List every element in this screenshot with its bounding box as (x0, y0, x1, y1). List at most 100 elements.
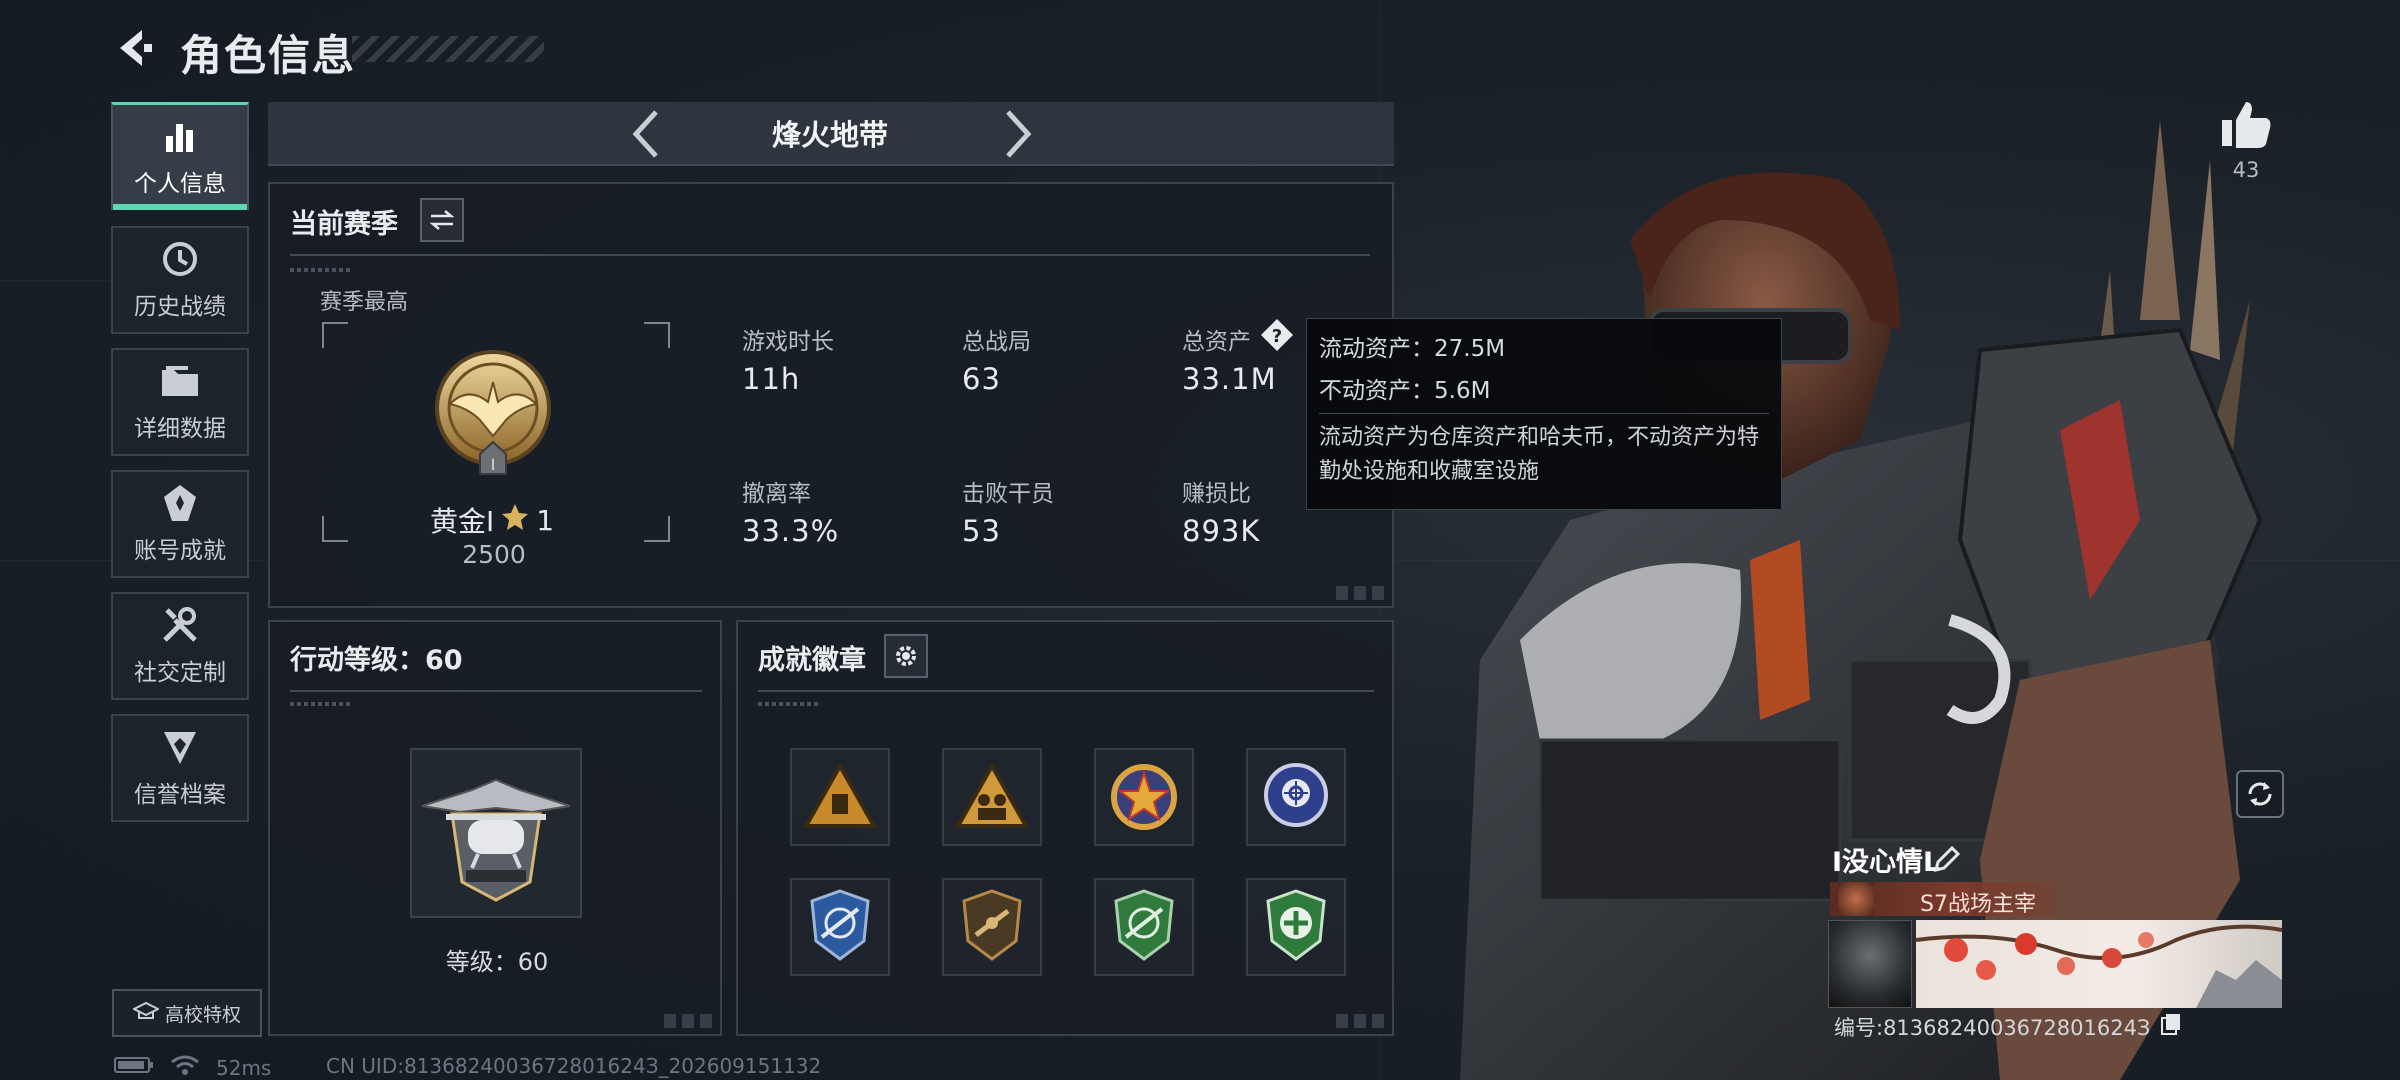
badge-star-emblem[interactable] (1094, 748, 1194, 846)
svg-text:?: ? (1272, 326, 1282, 347)
panel-divider (290, 690, 702, 692)
sidebar-item-label: 信誉档案 (134, 782, 226, 808)
stat-label-profit-ratio: 赚损比 (1182, 481, 1251, 507)
clock-icon (158, 239, 202, 279)
sidebar-item-reputation[interactable]: 信誉档案 (111, 714, 249, 822)
tooltip-liquid-assets: 流动资产：27.5M (1319, 336, 1506, 362)
back-button[interactable] (110, 24, 158, 72)
stat-label-assets: 总资产 (1182, 329, 1251, 355)
helicopter-emblem-icon (421, 778, 571, 902)
mode-title: 烽火地带 (771, 118, 888, 152)
player-name: I没心情L (1832, 847, 1941, 878)
edit-name-button[interactable] (1932, 844, 1962, 874)
corner-decoration (1330, 1014, 1386, 1028)
sidebar-item-achievements[interactable]: 账号成就 (111, 470, 249, 578)
badge-target-emblem[interactable] (1246, 748, 1346, 846)
decoration (290, 702, 350, 706)
stat-value-extraction-rate: 33.3% (742, 514, 840, 548)
action-level-panel: 行动等级：60 等级：60 (268, 620, 722, 1036)
sidebar-item-label: 账号成就 (134, 538, 226, 564)
sidebar-item-social[interactable]: 社交定制 (111, 592, 249, 700)
sidebar-item-history[interactable]: 历史战绩 (111, 226, 249, 334)
title-tag: S7战场主宰 (1920, 892, 2036, 917)
target-emblem-badge-icon (1264, 763, 1328, 827)
bar-chart-icon (158, 116, 202, 156)
badge-triangle-squad[interactable] (942, 748, 1042, 846)
rank-stars: 1 (536, 503, 555, 537)
tooltip-divider (1319, 413, 1769, 414)
star-icon (500, 502, 530, 539)
sidebar-item-label: 社交定制 (134, 660, 226, 686)
like-count: 43 (2232, 158, 2260, 182)
achievement-icon (158, 483, 202, 523)
swap-icon (429, 210, 455, 230)
corner-decoration (1330, 586, 1386, 600)
green-cross-badge-icon (1266, 889, 1326, 961)
badge-green-cross[interactable] (1246, 878, 1346, 976)
season-title: 当前赛季 (290, 209, 398, 240)
tools-icon (158, 605, 202, 645)
rank-name: 黄金I (430, 505, 495, 538)
corner-decoration (658, 1014, 714, 1028)
gear-icon (896, 646, 916, 666)
decoration (758, 702, 818, 706)
sidebar-item-label: 详细数据 (134, 416, 226, 442)
sidebar-item-label: 个人信息 (134, 170, 226, 197)
like-button[interactable] (2218, 96, 2274, 152)
refresh-icon (2248, 782, 2272, 806)
status-bar: 52ms (114, 1054, 271, 1080)
green-shield-badge-icon (1114, 889, 1174, 961)
mode-next-button[interactable] (998, 108, 1038, 160)
title-decoration (352, 36, 544, 62)
school-privilege-button[interactable]: 高校特权 (112, 989, 262, 1037)
player-card: I没心情L S7战场主宰 编号:8136824003672801624З (1826, 836, 2286, 1040)
rank-score: 2500 (462, 540, 526, 569)
school-privilege-label: 高校特权 (164, 1003, 241, 1026)
tooltip-fixed-assets: 不动资产：5.6M (1319, 378, 1491, 404)
rank-name-row: 黄金I 1 (430, 500, 554, 540)
tooltip-description: 流动资产为仓库资产和哈夫币，不动资产为特勤处设施和收藏室设施 (1319, 425, 1760, 484)
rotate-model-button[interactable] (2236, 770, 2284, 818)
wifi-icon (170, 1054, 200, 1080)
level-emblem-frame (410, 748, 582, 918)
badge-triangle-bag[interactable] (790, 748, 890, 846)
copy-icon (2161, 1014, 2180, 1035)
badge-blue-shield[interactable] (790, 878, 890, 976)
sidebar-item-personal-info[interactable]: 个人信息 (111, 102, 249, 210)
stat-value-assets: 33.1M (1182, 362, 1277, 396)
badge-green-shield[interactable] (1094, 878, 1194, 976)
stat-value-profit-ratio: 893K (1182, 514, 1261, 548)
avatar[interactable] (1828, 920, 1912, 1008)
thumbs-up-icon (2222, 102, 2271, 148)
mode-prev-button[interactable] (626, 108, 666, 160)
title-tag-avatar (1838, 882, 1874, 916)
level-text: 等级：60 (445, 948, 549, 976)
stat-label-playtime: 游戏时长 (742, 329, 834, 355)
assets-help-button[interactable]: ? (1260, 318, 1294, 352)
copy-uid-button[interactable] (2160, 1012, 2182, 1036)
page-title: 角色信息 (180, 31, 357, 80)
star-emblem-badge-icon (1111, 764, 1177, 830)
season-best-label: 赛季最高 (320, 290, 409, 315)
stat-label-extraction-rate: 撤离率 (742, 481, 811, 507)
achievements-settings-button[interactable] (884, 634, 928, 678)
shield-icon (158, 727, 202, 767)
achievements-panel: 成就徽章 (736, 620, 1394, 1036)
triangle-squad-badge-icon (954, 762, 1030, 828)
school-icon (131, 1001, 161, 1026)
svg-text:I: I (491, 455, 496, 474)
pencil-icon (1933, 845, 1961, 873)
battery-icon (114, 1055, 154, 1080)
player-uid: 编号:8136824003672801624З (1834, 1016, 2151, 1040)
chevron-right-icon (1006, 110, 1032, 158)
stat-label-kills: 击败干员 (962, 481, 1054, 507)
season-switch-button[interactable] (420, 198, 464, 242)
panel-divider (758, 690, 1374, 692)
badge-bronze-shield[interactable] (942, 878, 1042, 976)
folder-icon (158, 361, 202, 401)
sidebar-item-detailed-data[interactable]: 详细数据 (111, 348, 249, 456)
question-icon: ? (1261, 319, 1293, 351)
stat-value-playtime: 11h (742, 362, 801, 396)
bronze-shield-badge-icon (962, 889, 1022, 961)
chevron-left-icon (632, 110, 658, 158)
